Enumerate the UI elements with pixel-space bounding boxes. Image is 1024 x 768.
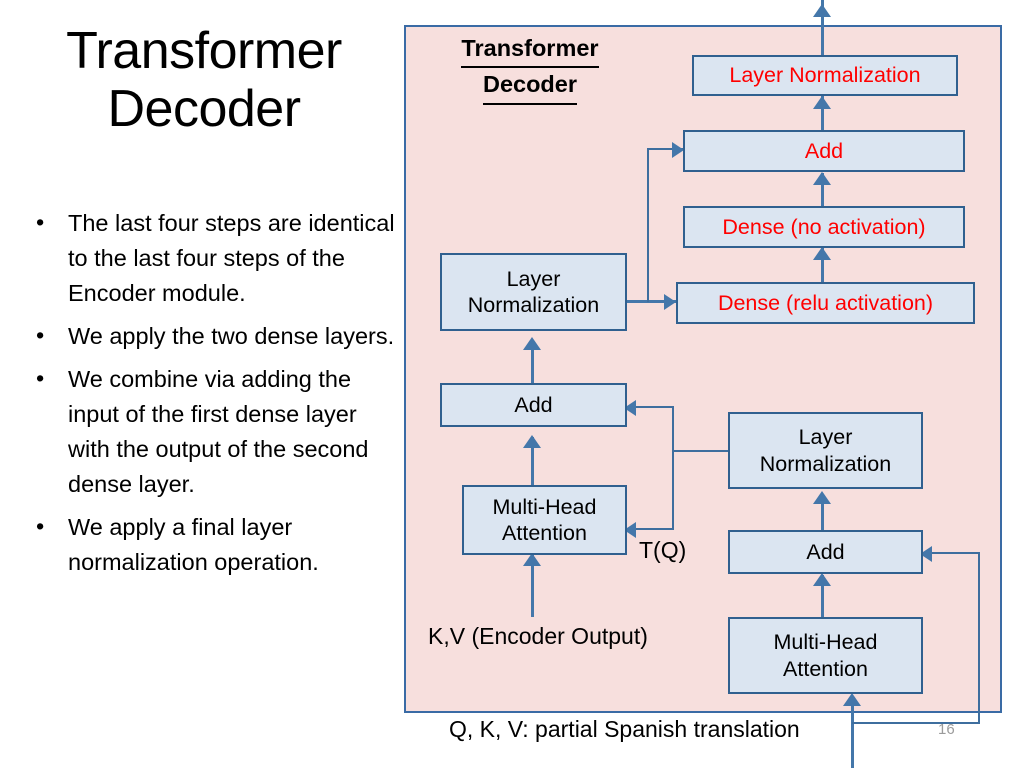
- connector-add-to-layernorm-arrowhead: [813, 96, 831, 109]
- block-right-multi-head-attention[interactable]: Multi-Head Attention: [728, 617, 923, 694]
- bullet-icon: •: [36, 322, 45, 348]
- list-item: • The last four steps are identical to t…: [18, 206, 396, 311]
- diagram-heading-line-1: Transformer: [461, 32, 599, 69]
- block-label: Layer Normalization: [729, 63, 921, 88]
- block-label: Layer Normalization: [467, 266, 600, 317]
- block-right-layer-normalization[interactable]: Layer Normalization: [728, 412, 923, 489]
- connector-residual-upper-vline: [647, 148, 649, 302]
- connector-bottom-residual-hline: [852, 722, 980, 724]
- label-qkv-partial-translation: Q, K, V: partial Spanish translation: [449, 716, 800, 742]
- connector-rightnorm-out-hline: [672, 450, 730, 452]
- block-mid-layer-normalization[interactable]: Layer Normalization: [440, 253, 627, 331]
- block-label: Multi-Head Attention: [773, 630, 878, 681]
- bullet-list: • The last four steps are identical to t…: [18, 206, 396, 588]
- connector-qkv-input-line: [851, 700, 854, 768]
- bullet-icon: •: [36, 513, 45, 539]
- connector-midnorm-to-relu-arrowhead: [664, 294, 676, 310]
- connector-rightmha-to-rightadd-arrowhead: [813, 573, 831, 586]
- connector-topexit-arrowhead: [813, 4, 831, 17]
- connector-rightnorm-split-vline: [672, 406, 674, 530]
- connector-midadd-to-midnorm-arrowhead: [523, 337, 541, 350]
- block-top-add[interactable]: Add: [683, 130, 965, 172]
- connector-bottom-residual-to-add-hline: [930, 552, 980, 554]
- slide-number: 16: [938, 721, 955, 738]
- block-label: Multi-Head Attention: [492, 494, 597, 545]
- diagram-panel: [404, 25, 1002, 713]
- label-tq: T(Q): [639, 537, 687, 563]
- connector-qkv-input-arrowhead: [843, 693, 861, 706]
- list-item: • We apply the two dense layers.: [18, 319, 396, 354]
- block-label: Layer Normalization: [759, 425, 892, 476]
- block-mid-add[interactable]: Add: [440, 383, 627, 427]
- page-title: Transformer Decoder: [14, 22, 394, 138]
- label-kv-encoder-output: K,V (Encoder Output): [428, 623, 648, 649]
- connector-rightnorm-to-midadd-hline: [630, 406, 674, 408]
- page-title-line-2: Decoder: [107, 80, 301, 139]
- bullet-icon: •: [36, 209, 45, 235]
- connector-dense-to-add-arrowhead: [813, 172, 831, 185]
- block-top-layer-normalization[interactable]: Layer Normalization: [692, 55, 958, 96]
- page-title-line-1: Transformer: [66, 22, 342, 80]
- block-label: Add: [514, 392, 553, 417]
- diagram-heading-line-2: Decoder: [482, 68, 578, 105]
- connector-relu-to-dense-arrowhead: [813, 247, 831, 260]
- connector-rightadd-to-rightnorm-arrowhead: [813, 491, 831, 504]
- list-item: • We combine via adding the input of the…: [18, 362, 396, 502]
- connector-bottom-residual-vline: [978, 552, 980, 724]
- list-item-text: We combine via adding the input of the f…: [68, 366, 369, 497]
- list-item-text: We apply a final layer normalization ope…: [68, 514, 319, 575]
- connector-rightnorm-to-midmha-hline: [630, 528, 674, 530]
- block-label: Add: [806, 539, 845, 564]
- block-label: Add: [804, 138, 844, 163]
- block-right-add[interactable]: Add: [728, 530, 923, 574]
- block-mid-multi-head-attention[interactable]: Multi-Head Attention: [462, 485, 627, 555]
- bullet-icon: •: [36, 365, 45, 391]
- block-label: Dense (no activation): [722, 214, 926, 239]
- list-item-text: We apply the two dense layers.: [68, 323, 395, 349]
- block-dense-relu-activation[interactable]: Dense (relu activation): [676, 282, 975, 324]
- block-label: Dense (relu activation): [717, 290, 934, 315]
- diagram-heading: Transformer Decoder: [440, 32, 620, 105]
- block-dense-no-activation[interactable]: Dense (no activation): [683, 206, 965, 248]
- list-item-text: The last four steps are identical to the…: [68, 210, 395, 306]
- list-item: • We apply a final layer normalization o…: [18, 510, 396, 580]
- connector-midmha-to-midadd-arrowhead: [523, 435, 541, 448]
